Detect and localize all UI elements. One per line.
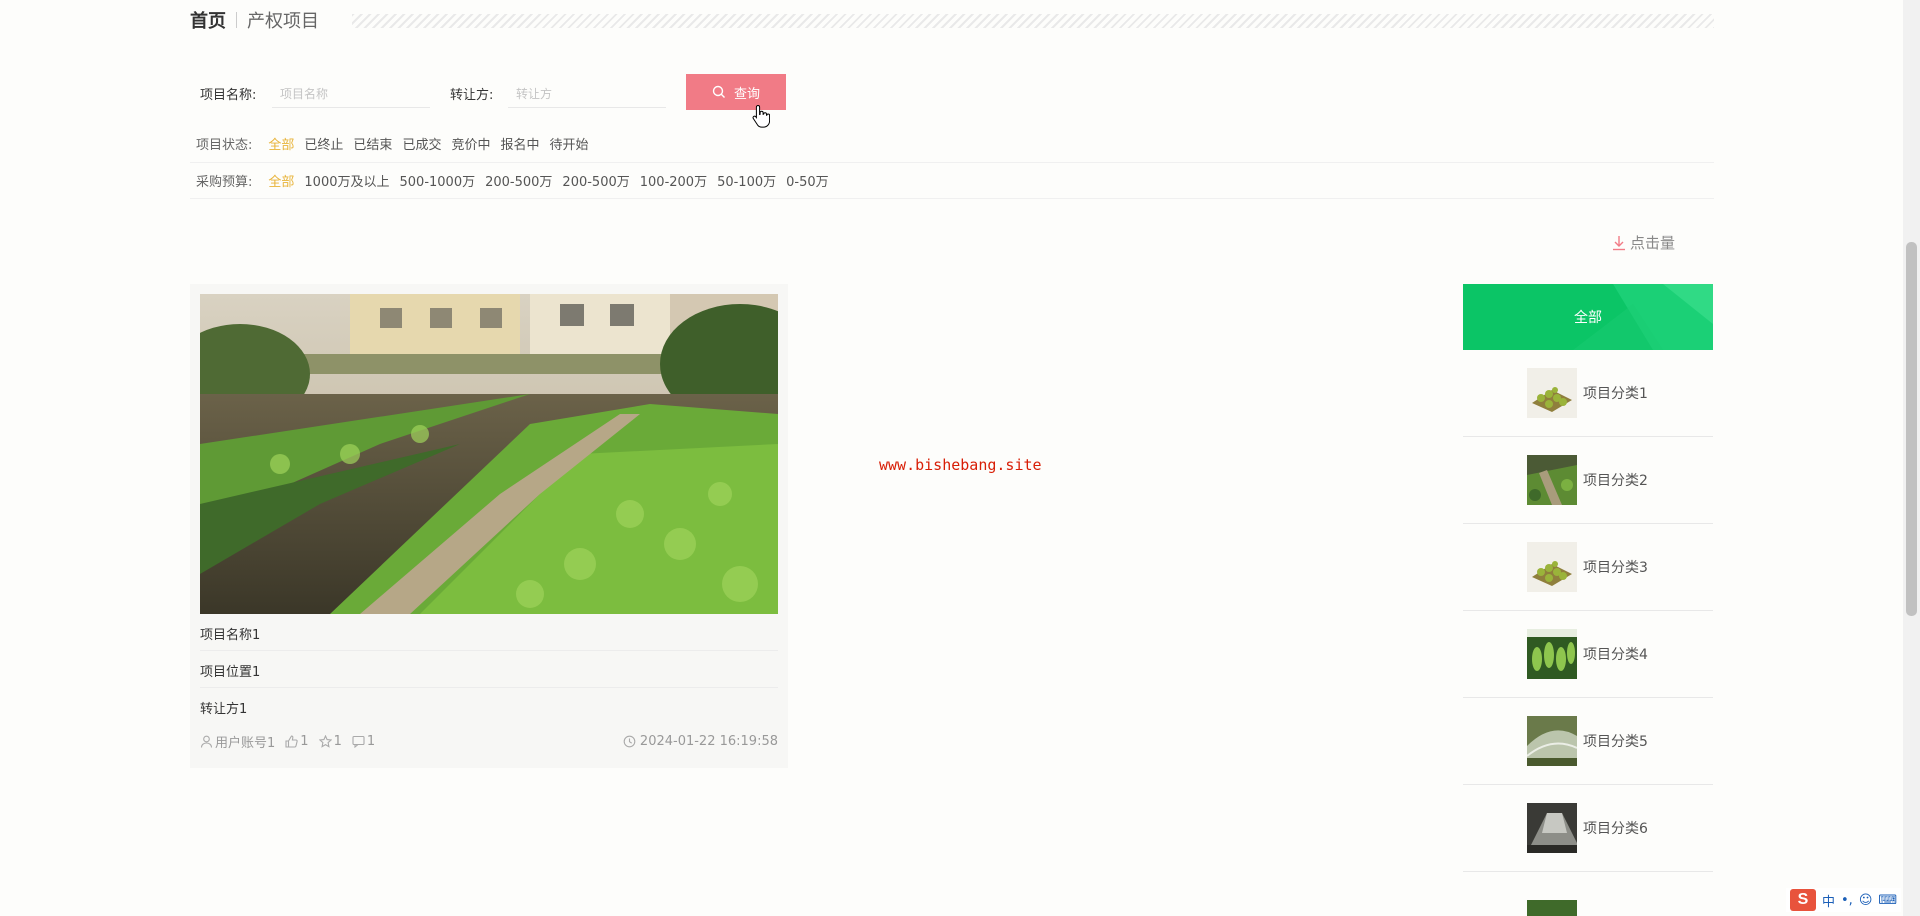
breadcrumb: 首页 产权项目	[190, 8, 319, 32]
keyboard-icon: ⌨	[1878, 892, 1898, 908]
project-likes: 1	[300, 734, 309, 749]
budget-option-0-50[interactable]: 0-50万	[786, 171, 829, 190]
category-thumbnail	[1527, 368, 1577, 418]
project-time: 2024-01-22 16:19:58	[639, 734, 778, 749]
page-scrollbar-thumb[interactable]	[1906, 242, 1917, 616]
category-name: 项目分类2	[1583, 473, 1648, 489]
category-all-header[interactable]: 全部	[1463, 284, 1713, 350]
transferor-input[interactable]	[508, 80, 666, 108]
search-button-label: 查询	[733, 86, 760, 102]
category-item-2[interactable]: 项目分类2	[1463, 437, 1713, 524]
search-icon	[712, 85, 725, 98]
card-separator-2	[200, 687, 778, 688]
category-all-label: 全部	[1574, 310, 1602, 326]
sogou-logo-icon: S	[1790, 889, 1816, 911]
status-filter-label: 项目状态:	[196, 137, 253, 153]
project-name-input[interactable]	[272, 80, 430, 108]
project-favorites: 1	[333, 734, 342, 749]
status-option-dealt[interactable]: 已成交	[402, 134, 441, 153]
card-separator	[200, 650, 778, 651]
clock-icon	[623, 735, 636, 748]
budget-option-all[interactable]: 全部	[268, 171, 294, 190]
emoji-icon: ☺	[1858, 892, 1873, 908]
budget-option-50-100[interactable]: 50-100万	[717, 171, 776, 190]
budget-filter-row: 采购预算: 全部 1000万及以上 500-1000万 200-500万 200…	[196, 170, 839, 190]
category-name: 项目分类3	[1583, 560, 1648, 576]
category-name: 项目分类5	[1583, 734, 1648, 750]
budget-option-200-500[interactable]: 200-500万	[485, 171, 552, 190]
ime-toolbar[interactable]: S 中 •, ☺ ⌨	[1786, 888, 1902, 912]
category-item-6[interactable]: 项目分类6	[1463, 785, 1713, 872]
search-button[interactable]: 查询	[686, 74, 786, 110]
star-icon	[318, 735, 332, 748]
category-item-5[interactable]: 项目分类5	[1463, 698, 1713, 785]
project-meta: 用户账号1 1 1 1 2024-01-22 16:19:58	[200, 732, 778, 751]
category-thumbnail-partial	[1527, 900, 1577, 916]
category-name: 项目分类1	[1583, 386, 1648, 402]
site-watermark: www.bishebang.site	[879, 456, 1042, 474]
project-transferor-text: 转让方1	[200, 702, 248, 717]
category-thumbnail	[1527, 803, 1577, 853]
ime-language: 中	[1822, 894, 1836, 910]
project-image[interactable]	[200, 294, 778, 614]
category-item-4[interactable]: 项目分类4	[1463, 611, 1713, 698]
project-name-text: 项目名称1	[200, 628, 261, 643]
download-arrow-icon	[1613, 235, 1625, 250]
hand-cursor-icon	[752, 104, 770, 128]
punctuation-icon: •,	[1841, 892, 1853, 908]
category-name: 项目分类4	[1583, 647, 1648, 663]
project-location-text: 项目位置1	[200, 665, 261, 680]
breadcrumb-current: 产权项目	[247, 11, 319, 32]
project-comments: 1	[366, 734, 376, 749]
transferor-label: 转让方:	[450, 88, 494, 103]
status-option-ended[interactable]: 已结束	[353, 134, 392, 153]
budget-option-500-1000[interactable]: 500-1000万	[400, 171, 476, 190]
status-option-terminated[interactable]: 已终止	[304, 134, 343, 153]
project-name-label: 项目名称:	[200, 88, 257, 103]
budget-filter-label: 采购预算:	[196, 174, 253, 190]
breadcrumb-separator	[236, 12, 237, 28]
budget-option-200-500-b[interactable]: 200-500万	[562, 171, 629, 190]
sort-label: 点击量	[1630, 234, 1676, 252]
project-user: 用户账号1	[215, 736, 276, 751]
breadcrumb-decoration	[352, 14, 1714, 28]
category-thumbnail	[1527, 716, 1577, 766]
vegetable-field-image	[200, 294, 778, 614]
status-option-bidding[interactable]: 竞价中	[451, 134, 490, 153]
status-option-registering[interactable]: 报名中	[500, 134, 539, 153]
user-icon	[200, 735, 213, 748]
breadcrumb-home-link[interactable]: 首页	[190, 7, 226, 33]
budget-option-1000-plus[interactable]: 1000万及以上	[304, 171, 389, 190]
budget-option-100-200[interactable]: 100-200万	[640, 171, 707, 190]
comment-icon	[352, 735, 365, 748]
category-thumbnail	[1527, 455, 1577, 505]
category-thumbnail	[1527, 629, 1577, 679]
filter-divider-2	[190, 198, 1714, 199]
filter-divider	[190, 162, 1714, 163]
status-option-all[interactable]: 全部	[268, 134, 294, 153]
status-option-pending[interactable]: 待开始	[549, 134, 588, 153]
thumb-up-icon	[285, 735, 298, 748]
sort-by-clicks[interactable]: 点击量	[1612, 232, 1675, 253]
status-filter-row: 项目状态: 全部 已终止 已结束 已成交 竞价中 报名中 待开始	[196, 133, 599, 153]
category-item-3[interactable]: 项目分类3	[1463, 524, 1713, 611]
category-item-1[interactable]: 项目分类1	[1463, 350, 1713, 437]
category-thumbnail	[1527, 542, 1577, 592]
category-name: 项目分类6	[1583, 821, 1648, 837]
